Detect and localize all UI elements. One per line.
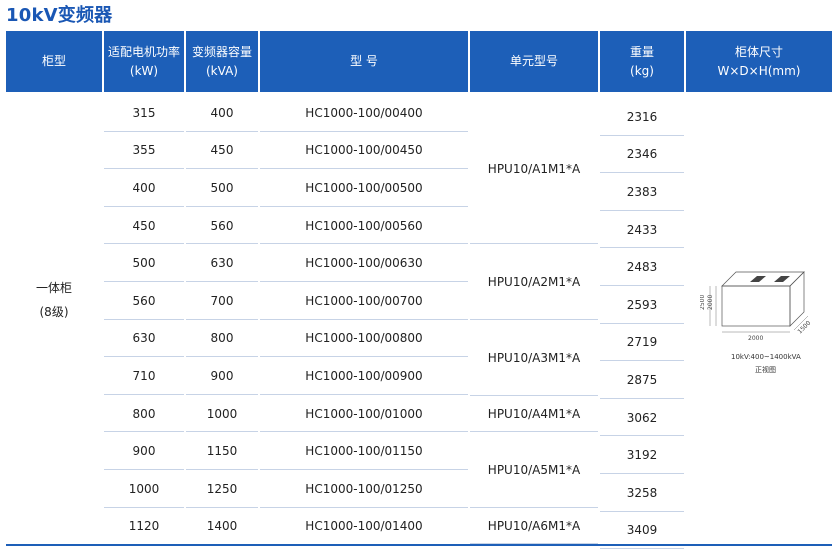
header-motor-power-label: 适配电机功率 [107, 44, 180, 59]
cell-model: HC1000-100/00700 [305, 293, 423, 308]
header-dimensions-unit: W×D×H(mm) [717, 63, 801, 78]
header-motor-power: 适配电机功率 (kW) [104, 31, 184, 92]
cell-capacity: 700 [210, 293, 234, 308]
header-motor-power-unit: (kW) [129, 63, 159, 78]
cell-model: HC1000-100/00450 [305, 143, 423, 158]
cell-power: 400 [132, 180, 156, 195]
cell-power: 630 [132, 331, 156, 346]
cell-model: HC1000-100/00800 [305, 331, 423, 346]
cell-capacity: 560 [210, 218, 234, 233]
cell-weight: 2875 [626, 372, 658, 387]
cell-model: HC1000-100/01150 [305, 444, 423, 459]
cell-weight: 2383 [626, 184, 658, 199]
cabinet-side-face [789, 271, 805, 327]
cell-model: HC1000-100/00560 [305, 218, 423, 233]
header-cabinet-type: 柜型 [6, 31, 102, 92]
cell-unit-model: HPU10/A1M1*A [487, 162, 581, 176]
cabinet-front-face [721, 285, 791, 327]
cell-capacity: 1150 [206, 444, 238, 459]
cell-unit-model: HPU10/A4M1*A [487, 407, 581, 421]
cell-weight: 2483 [626, 260, 658, 275]
cell-weight: 3192 [626, 448, 658, 463]
header-capacity: 变频器容量 (kVA) [186, 31, 258, 92]
cell-model: HC1000-100/00630 [305, 256, 423, 271]
cabinet-type-cell: 一体柜 (8级) [6, 270, 102, 330]
cell-capacity: 400 [210, 105, 234, 120]
cell-power: 355 [132, 143, 156, 158]
cell-power: 500 [132, 256, 156, 271]
cell-model: HC1000-100/01250 [305, 481, 423, 496]
header-model: 型 号 [260, 31, 468, 92]
cabinet-type-name: 一体柜 [35, 281, 72, 295]
header-cabinet-type-label: 柜型 [41, 54, 66, 68]
cell-weight: 2719 [626, 335, 658, 350]
cell-unit-model: HPU10/A3M1*A [487, 351, 581, 365]
cell-model: HC1000-100/01000 [305, 406, 423, 421]
cell-capacity: 1000 [206, 406, 238, 421]
header-weight-label: 重量 [629, 44, 654, 59]
cell-power: 710 [132, 368, 156, 383]
header-capacity-label: 变频器容量 [191, 44, 252, 59]
cell-weight: 2593 [626, 297, 658, 312]
header-capacity-unit: (kVA) [206, 63, 238, 78]
cell-model: HC1000-100/00500 [305, 180, 423, 195]
table-bottom-border [6, 544, 832, 546]
cell-power: 1000 [128, 481, 160, 496]
cabinet-type-level: (8级) [39, 305, 69, 319]
cell-power: 315 [132, 105, 156, 120]
fan-box-left [750, 276, 766, 282]
header-unit-model-label: 单元型号 [509, 54, 558, 68]
cell-power: 900 [132, 444, 156, 459]
fan-box-right [774, 276, 790, 282]
diagram-caption-range: 10kV:400~1400kVA [731, 353, 801, 361]
header-dimensions: 柜体尺寸 W×D×H(mm) [686, 31, 832, 92]
diagram-caption-view: 正视图 [755, 366, 776, 374]
cabinet-diagram: 2500 2000 2000 1500 [700, 271, 812, 342]
cell-weight: 3258 [626, 485, 658, 500]
cell-model: HC1000-100/01400 [305, 519, 423, 534]
cell-unit-model: HPU10/A6M1*A [487, 519, 581, 533]
header-model-label: 型 号 [350, 54, 378, 68]
dim-height-label: 2500 [700, 295, 706, 310]
dim-depth-side-label: 2000 [707, 295, 714, 310]
cell-capacity: 1250 [206, 481, 238, 496]
page-title: 10kV变频器 [6, 5, 113, 26]
cell-capacity: 630 [210, 256, 234, 271]
header-dimensions-label: 柜体尺寸 [734, 44, 783, 59]
dim-width-label: 2000 [748, 335, 763, 342]
cell-weight: 2346 [626, 147, 658, 162]
cell-model: HC1000-100/00900 [305, 368, 423, 383]
cell-capacity: 800 [210, 331, 234, 346]
cell-unit-model: HPU10/A2M1*A [487, 275, 581, 289]
header-weight: 重量 (kg) [600, 31, 684, 92]
cell-power: 800 [132, 406, 156, 421]
cell-weight: 2316 [626, 109, 658, 124]
cell-capacity: 500 [210, 180, 234, 195]
dim-depth-label: 1500 [796, 320, 812, 336]
cell-power: 450 [132, 218, 156, 233]
cell-capacity: 1400 [206, 519, 238, 534]
cell-weight: 2433 [626, 222, 658, 237]
header-unit-model: 单元型号 [470, 31, 598, 92]
cell-power: 560 [132, 293, 156, 308]
header-weight-unit: (kg) [630, 63, 654, 78]
cell-model: HC1000-100/00400 [305, 105, 423, 120]
cell-capacity: 450 [210, 143, 234, 158]
cell-unit-model: HPU10/A5M1*A [487, 463, 581, 477]
cell-power: 1120 [128, 519, 160, 534]
cell-weight: 3062 [626, 410, 658, 425]
cell-capacity: 900 [210, 368, 234, 383]
